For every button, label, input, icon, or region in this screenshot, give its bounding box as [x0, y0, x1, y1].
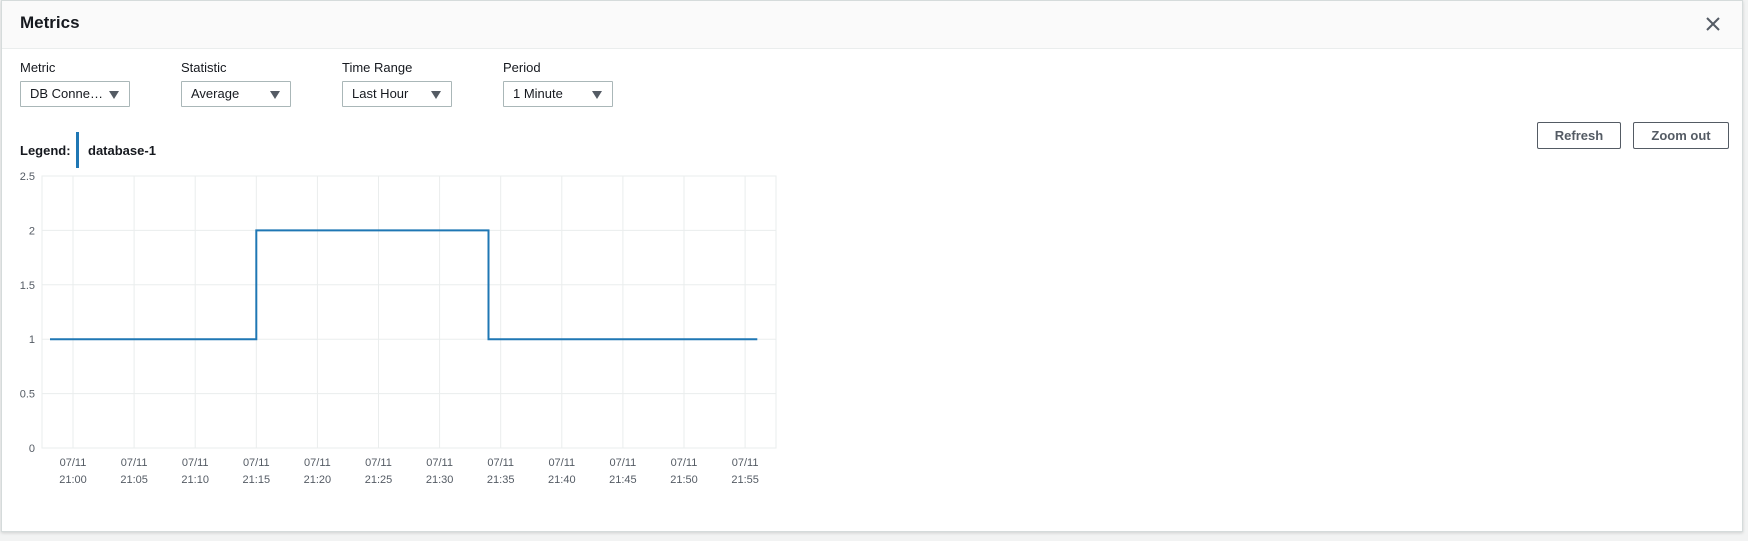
time-range-label: Time Range — [342, 60, 413, 75]
x-tick-time: 21:45 — [609, 474, 637, 486]
caret-down-icon — [592, 91, 602, 99]
plot-frame — [41, 175, 777, 449]
caret-down-icon — [431, 91, 441, 99]
y-tick-label: 0 — [29, 443, 35, 455]
x-tick-time: 21:10 — [181, 474, 209, 486]
legend-series-name: database-1 — [88, 143, 156, 158]
x-tick-date: 07/11 — [548, 457, 575, 469]
x-tick-time: 21:40 — [548, 474, 576, 486]
x-tick-time: 21:05 — [120, 474, 148, 486]
y-tick-label: 2.5 — [20, 171, 35, 183]
x-tick-date: 07/11 — [671, 457, 698, 469]
x-tick-date: 07/11 — [487, 457, 514, 469]
x-tick-time: 21:25 — [365, 474, 393, 486]
x-tick-time: 21:30 — [426, 474, 454, 486]
y-tick-label: 2 — [29, 225, 35, 237]
modal-title: Metrics — [20, 13, 80, 32]
statistic-select[interactable]: Average — [181, 81, 291, 107]
legend-label: Legend: — [20, 143, 71, 158]
x-tick-date: 07/11 — [732, 457, 759, 469]
x-tick-date: 07/11 — [243, 457, 270, 469]
x-tick-date: 07/11 — [182, 457, 209, 469]
refresh-button[interactable]: Refresh — [1537, 122, 1621, 149]
y-tick-label: 0.5 — [20, 389, 35, 401]
metric-select[interactable]: DB Connec… — [20, 81, 130, 107]
x-tick-date: 07/11 — [365, 457, 392, 469]
time-range-select[interactable]: Last Hour — [342, 81, 452, 107]
caret-down-icon — [109, 91, 119, 99]
x-tick-time: 21:35 — [487, 474, 515, 486]
x-tick-time: 21:55 — [731, 474, 759, 486]
x-tick-date: 07/11 — [304, 457, 331, 469]
y-tick-label: 1 — [29, 334, 35, 346]
x-tick-time: 21:20 — [304, 474, 332, 486]
x-tick-time: 21:00 — [59, 474, 87, 486]
caret-down-icon — [270, 91, 280, 99]
x-tick-time: 21:15 — [243, 474, 271, 486]
x-tick-date: 07/11 — [610, 457, 637, 469]
metrics-chart: 0 0.5 1 1.5 2 2.5 07/11 21:00 07/11 21:05 07/11 21:… — [20, 171, 777, 486]
period-select[interactable]: 1 Minute — [503, 81, 613, 107]
period-label: Period — [503, 60, 541, 75]
x-tick-date: 07/11 — [60, 457, 87, 469]
x-tick-time: 21:50 — [670, 474, 698, 486]
x-tick-date: 07/11 — [426, 457, 453, 469]
zoom-out-button[interactable]: Zoom out — [1633, 122, 1729, 149]
metric-label: Metric — [20, 60, 56, 75]
metrics-modal: Metrics Metric DB Connec… Statistic Aver… — [1, 0, 1743, 532]
x-tick-date: 07/11 — [121, 457, 148, 469]
statistic-label: Statistic — [181, 60, 227, 75]
y-tick-label: 1.5 — [20, 280, 35, 292]
modal-header: Metrics — [2, 1, 1742, 49]
close-icon[interactable] — [1702, 13, 1724, 35]
